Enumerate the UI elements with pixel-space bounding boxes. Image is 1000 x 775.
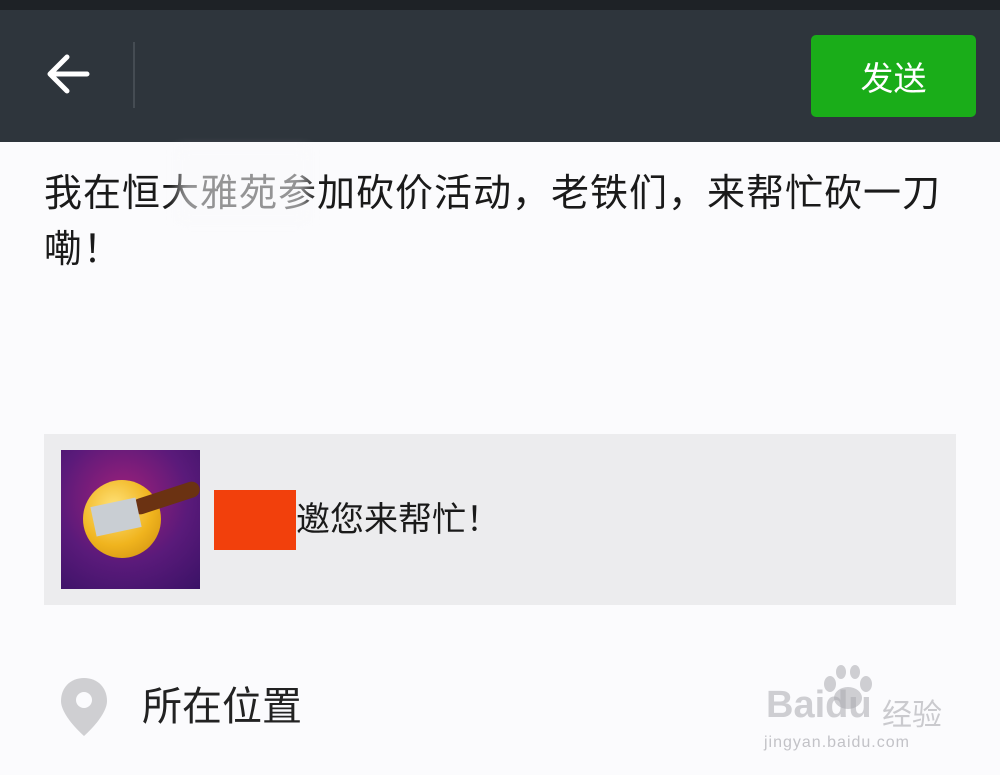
watermark-brand: Baidu	[766, 684, 872, 726]
top-bar: 发送	[0, 10, 1000, 142]
baidu-watermark: Baidu 经验 jingyan.baidu.com	[762, 664, 982, 764]
redacted-name	[214, 490, 296, 550]
location-label: 所在位置	[142, 684, 302, 730]
watermark-brand-cn: 经验	[882, 698, 942, 733]
send-button[interactable]: 发送	[811, 35, 976, 117]
shared-link-card[interactable]: 邀您来帮忙！	[44, 434, 956, 605]
location-pin-icon	[61, 678, 107, 736]
card-thumbnail	[61, 450, 200, 589]
status-bar	[0, 0, 1000, 10]
back-button[interactable]	[30, 36, 106, 112]
back-arrow-icon	[47, 54, 90, 94]
card-title: 邀您来帮忙！	[296, 500, 500, 540]
toolbar-divider	[133, 42, 135, 108]
blur-mask	[178, 150, 308, 220]
watermark-url: jingyan.baidu.com	[764, 734, 910, 751]
